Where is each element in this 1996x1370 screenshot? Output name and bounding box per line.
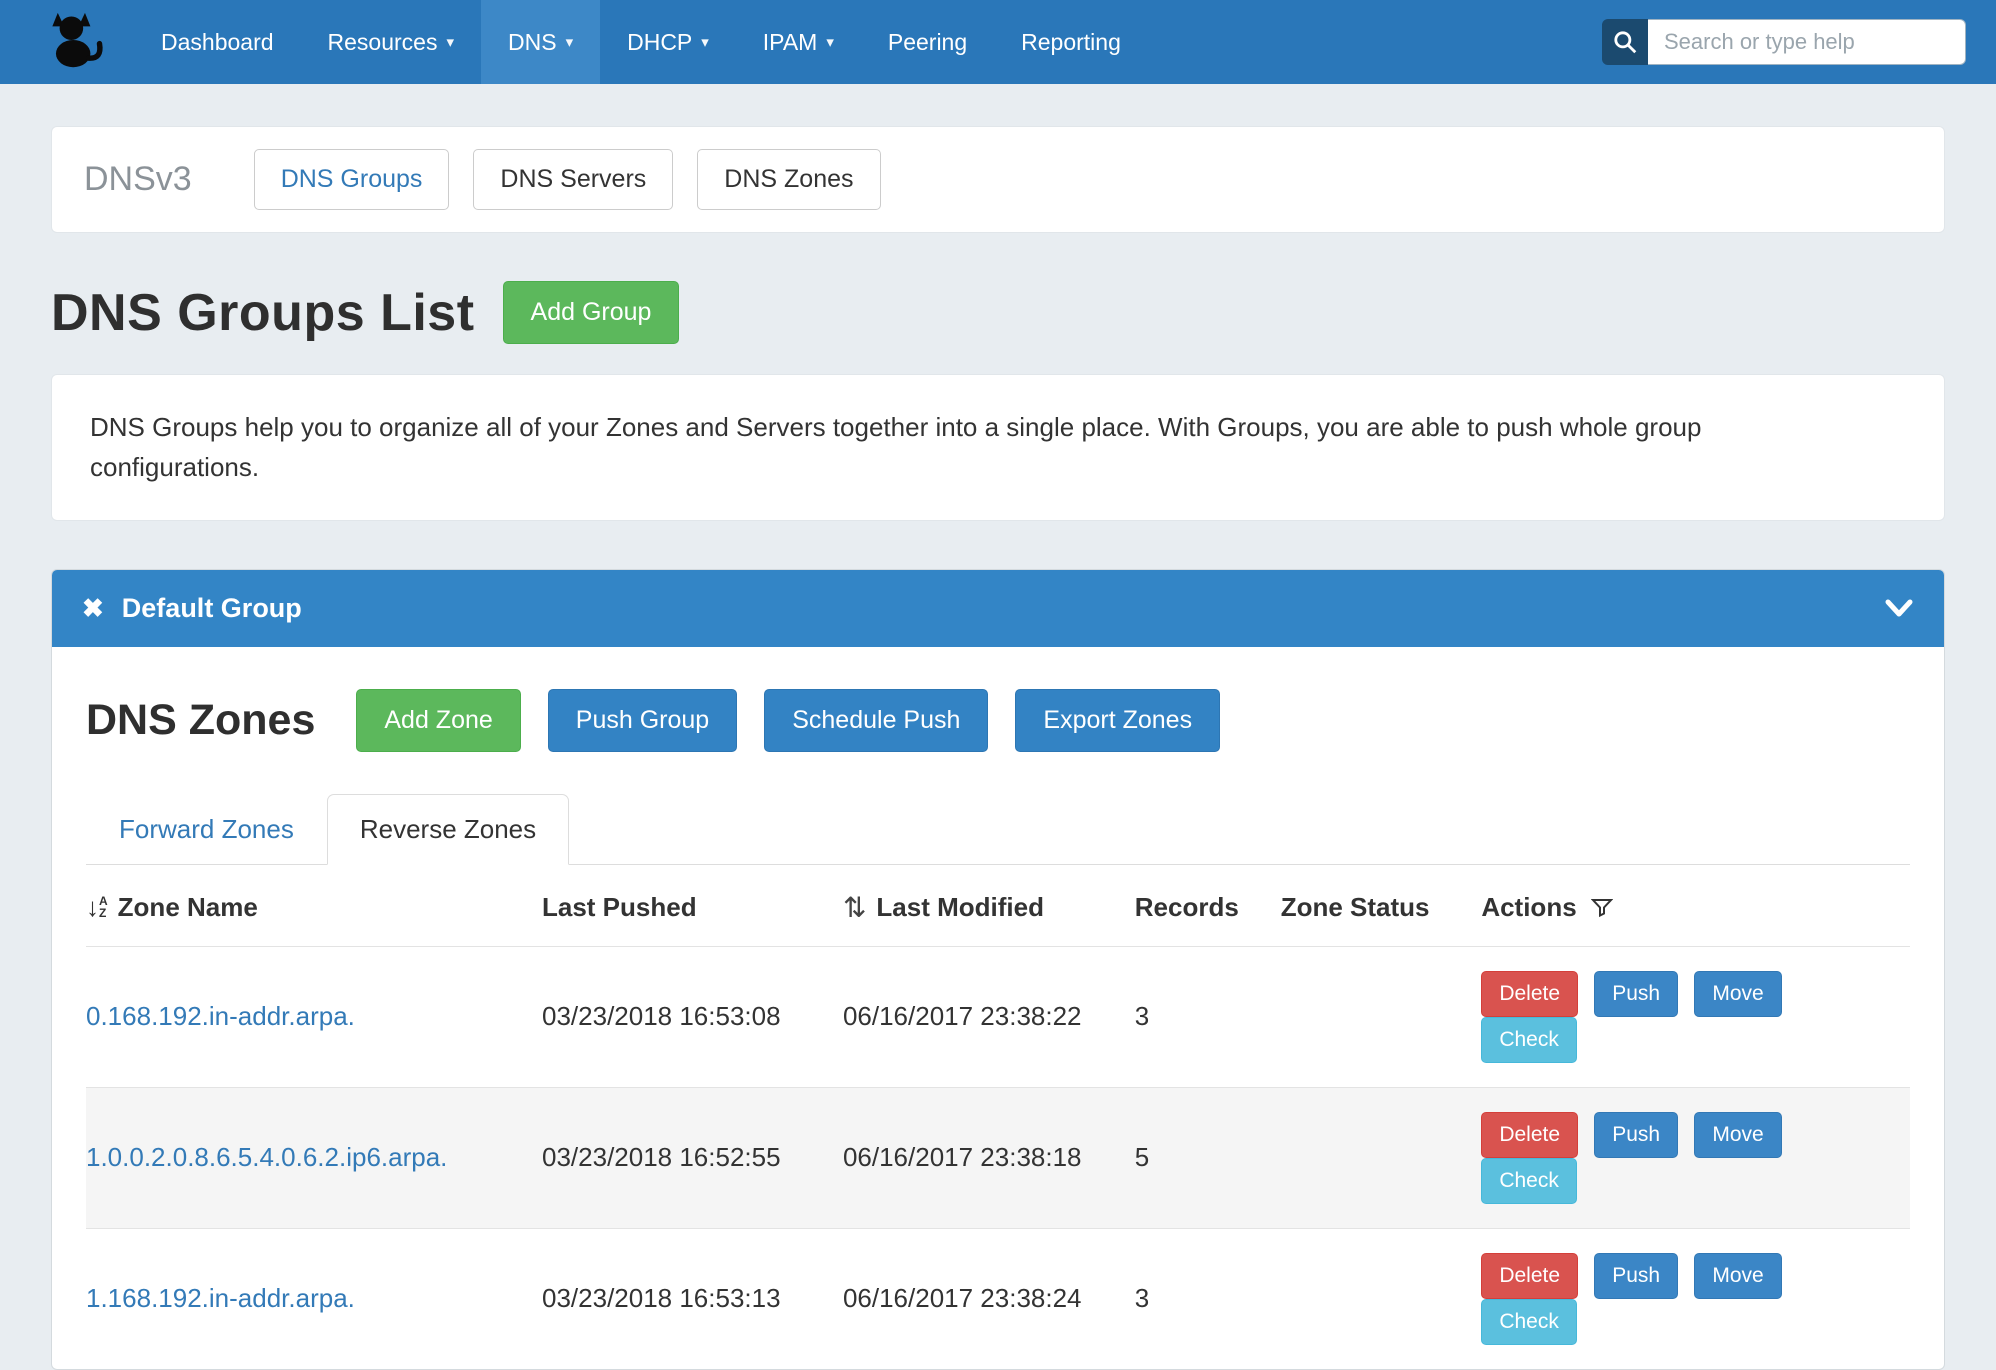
push-button[interactable]: Push (1594, 1253, 1678, 1299)
chevron-down-icon: ▾ (566, 33, 574, 51)
nav-item-dns[interactable]: DNS▾ (481, 0, 600, 84)
header-actions: Actions (1481, 892, 1576, 923)
chevron-down-icon: ▾ (826, 33, 834, 51)
zone-link[interactable]: 1.168.192.in-addr.arpa. (86, 1283, 355, 1313)
chevron-down-icon: ▾ (701, 33, 709, 51)
actions-cell: Delete Push Move Check (1481, 1228, 1910, 1369)
chevron-down-icon: ▾ (446, 33, 454, 51)
records-cell: 3 (1135, 946, 1281, 1087)
last-modified-cell: 06/16/2017 23:38:22 (843, 946, 1135, 1087)
groups-description-text: DNS Groups help you to organize all of y… (90, 407, 1870, 488)
delete-button[interactable]: Delete (1481, 971, 1578, 1017)
zone-link[interactable]: 0.168.192.in-addr.arpa. (86, 1001, 355, 1031)
zones-tabs: Forward Zones Reverse Zones (86, 794, 1910, 865)
top-navbar: Dashboard Resources▾ DNS▾ DHCP▾ IPAM▾ Pe… (0, 0, 1996, 84)
last-pushed-cell: 03/23/2018 16:53:08 (542, 946, 843, 1087)
page-content: DNSv3 DNS Groups DNS Servers DNS Zones D… (0, 126, 1996, 1370)
tab-forward-zones[interactable]: Forward Zones (86, 794, 327, 865)
search-bar (1602, 19, 1966, 65)
nav-item-peering[interactable]: Peering (861, 0, 994, 84)
page-title: DNS Groups List (51, 283, 475, 343)
last-modified-cell: 06/16/2017 23:38:24 (843, 1228, 1135, 1369)
page-title-row: DNS Groups List Add Group (51, 281, 1945, 344)
nav-item-dashboard[interactable]: Dashboard (134, 0, 301, 84)
cat-logo-icon (46, 11, 104, 74)
close-icon[interactable]: ✖ (82, 595, 104, 621)
nav-item-resources[interactable]: Resources▾ (301, 0, 481, 84)
groups-description-panel: DNS Groups help you to organize all of y… (51, 374, 1945, 521)
header-last-modified: Last Modified (876, 892, 1044, 923)
last-pushed-cell: 03/23/2018 16:52:55 (542, 1087, 843, 1228)
check-button[interactable]: Check (1481, 1158, 1577, 1204)
main-menu: Dashboard Resources▾ DNS▾ DHCP▾ IPAM▾ Pe… (134, 0, 1148, 84)
delete-button[interactable]: Delete (1481, 1253, 1578, 1299)
records-cell: 5 (1135, 1087, 1281, 1228)
table-header-row: ↓ AZ Zone Name Last Pushed ⇅ Last Modifi… (86, 865, 1910, 947)
group-panel-body: DNS Zones Add Zone Push Group Schedule P… (52, 647, 1944, 1369)
dnsv3-subnav: DNSv3 DNS Groups DNS Servers DNS Zones (51, 126, 1945, 233)
zone-status-cell (1281, 1228, 1482, 1369)
nav-item-dhcp[interactable]: DHCP▾ (600, 0, 736, 84)
check-button[interactable]: Check (1481, 1299, 1577, 1345)
search-input[interactable] (1648, 19, 1966, 65)
subnav-button-dns-servers[interactable]: DNS Servers (473, 149, 673, 210)
move-button[interactable]: Move (1694, 971, 1781, 1017)
records-cell: 3 (1135, 1228, 1281, 1369)
dnsv3-label: DNSv3 (84, 160, 192, 199)
table-row: 1.168.192.in-addr.arpa. 03/23/2018 16:53… (86, 1228, 1910, 1369)
default-group-panel: ✖ Default Group DNS Zones Add Zone Push … (51, 569, 1945, 1370)
export-zones-button[interactable]: Export Zones (1015, 689, 1220, 752)
dns-zones-toolbar: DNS Zones Add Zone Push Group Schedule P… (86, 689, 1910, 752)
zone-status-cell (1281, 946, 1482, 1087)
add-group-button[interactable]: Add Group (503, 281, 680, 344)
schedule-push-button[interactable]: Schedule Push (764, 689, 988, 752)
filter-funnel-icon[interactable] (1591, 896, 1613, 918)
zone-status-cell (1281, 1087, 1482, 1228)
last-pushed-cell: 03/23/2018 16:53:13 (542, 1228, 843, 1369)
delete-button[interactable]: Delete (1481, 1112, 1578, 1158)
zone-link[interactable]: 1.0.0.2.0.8.6.5.4.0.6.2.ip6.arpa. (86, 1142, 447, 1172)
sort-both-icon[interactable]: ⇅ (843, 891, 866, 924)
search-icon[interactable] (1602, 19, 1648, 65)
table-row: 1.0.0.2.0.8.6.5.4.0.6.2.ip6.arpa. 03/23/… (86, 1087, 1910, 1228)
group-panel-header: ✖ Default Group (52, 570, 1944, 647)
nav-item-reporting[interactable]: Reporting (994, 0, 1148, 84)
header-records: Records (1135, 892, 1239, 922)
push-button[interactable]: Push (1594, 1112, 1678, 1158)
actions-cell: Delete Push Move Check (1481, 946, 1910, 1087)
check-button[interactable]: Check (1481, 1017, 1577, 1063)
move-button[interactable]: Move (1694, 1253, 1781, 1299)
sort-alpha-icon[interactable]: ↓ AZ (86, 892, 108, 923)
chevron-down-icon (1884, 597, 1914, 619)
header-last-pushed: Last Pushed (542, 892, 697, 922)
table-row: 0.168.192.in-addr.arpa. 03/23/2018 16:53… (86, 946, 1910, 1087)
actions-cell: Delete Push Move Check (1481, 1087, 1910, 1228)
push-button[interactable]: Push (1594, 971, 1678, 1017)
header-zone-name: Zone Name (118, 892, 258, 923)
last-modified-cell: 06/16/2017 23:38:18 (843, 1087, 1135, 1228)
add-zone-button[interactable]: Add Zone (356, 689, 520, 752)
app-logo[interactable] (36, 0, 134, 84)
subnav-button-dns-groups[interactable]: DNS Groups (254, 149, 450, 210)
zones-table: ↓ AZ Zone Name Last Pushed ⇅ Last Modifi… (86, 865, 1910, 1369)
dns-zones-title: DNS Zones (86, 696, 315, 745)
collapse-button[interactable] (1884, 597, 1914, 619)
nav-item-ipam[interactable]: IPAM▾ (736, 0, 861, 84)
tab-reverse-zones[interactable]: Reverse Zones (327, 794, 569, 865)
subnav-button-dns-zones[interactable]: DNS Zones (697, 149, 880, 210)
header-zone-status: Zone Status (1281, 892, 1430, 922)
group-panel-title: Default Group (122, 593, 302, 624)
move-button[interactable]: Move (1694, 1112, 1781, 1158)
push-group-button[interactable]: Push Group (548, 689, 737, 752)
